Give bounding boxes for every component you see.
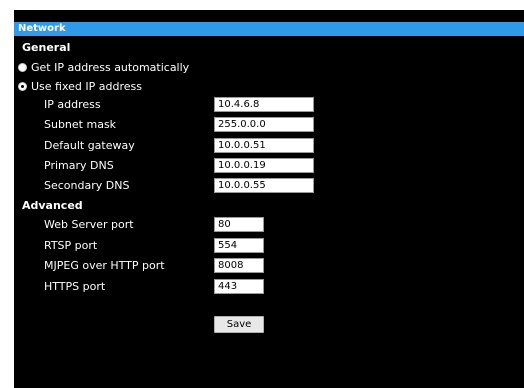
subnet-mask-input[interactable] <box>214 117 314 132</box>
mjpeg-port-input[interactable] <box>214 258 264 273</box>
radio-get-ip-automatically[interactable]: Get IP address automatically <box>18 60 189 74</box>
default-gateway-label: Default gateway <box>44 139 135 152</box>
radio-button-icon[interactable] <box>18 62 27 72</box>
advanced-section-heading: Advanced <box>22 199 83 212</box>
default-gateway-input[interactable] <box>214 138 314 153</box>
radio-label-auto-ip[interactable]: Get IP address automatically <box>31 61 189 74</box>
https-port-label: HTTPS port <box>44 280 106 293</box>
general-section-heading: General <box>22 41 71 54</box>
primary-dns-label: Primary DNS <box>44 159 114 172</box>
secondary-dns-input[interactable] <box>214 178 314 193</box>
rtsp-port-label: RTSP port <box>44 239 98 252</box>
ip-address-input[interactable] <box>214 97 314 112</box>
mjpeg-port-label: MJPEG over HTTP port <box>44 259 165 272</box>
https-port-input[interactable] <box>214 279 264 294</box>
rtsp-port-input[interactable] <box>214 238 264 253</box>
secondary-dns-label: Secondary DNS <box>44 179 130 192</box>
radio-button-selected-icon[interactable] <box>18 81 27 91</box>
network-settings-panel: Network General Get IP address automatic… <box>14 10 524 388</box>
ip-address-label: IP address <box>44 98 101 111</box>
radio-label-fixed-ip[interactable]: Use fixed IP address <box>31 80 142 93</box>
save-button[interactable]: Save <box>214 316 264 333</box>
primary-dns-input[interactable] <box>214 158 314 173</box>
web-server-port-input[interactable] <box>214 217 264 232</box>
panel-title: Network <box>14 22 524 36</box>
radio-use-fixed-ip[interactable]: Use fixed IP address <box>18 79 142 93</box>
subnet-mask-label: Subnet mask <box>44 118 117 131</box>
web-server-port-label: Web Server port <box>44 218 134 231</box>
